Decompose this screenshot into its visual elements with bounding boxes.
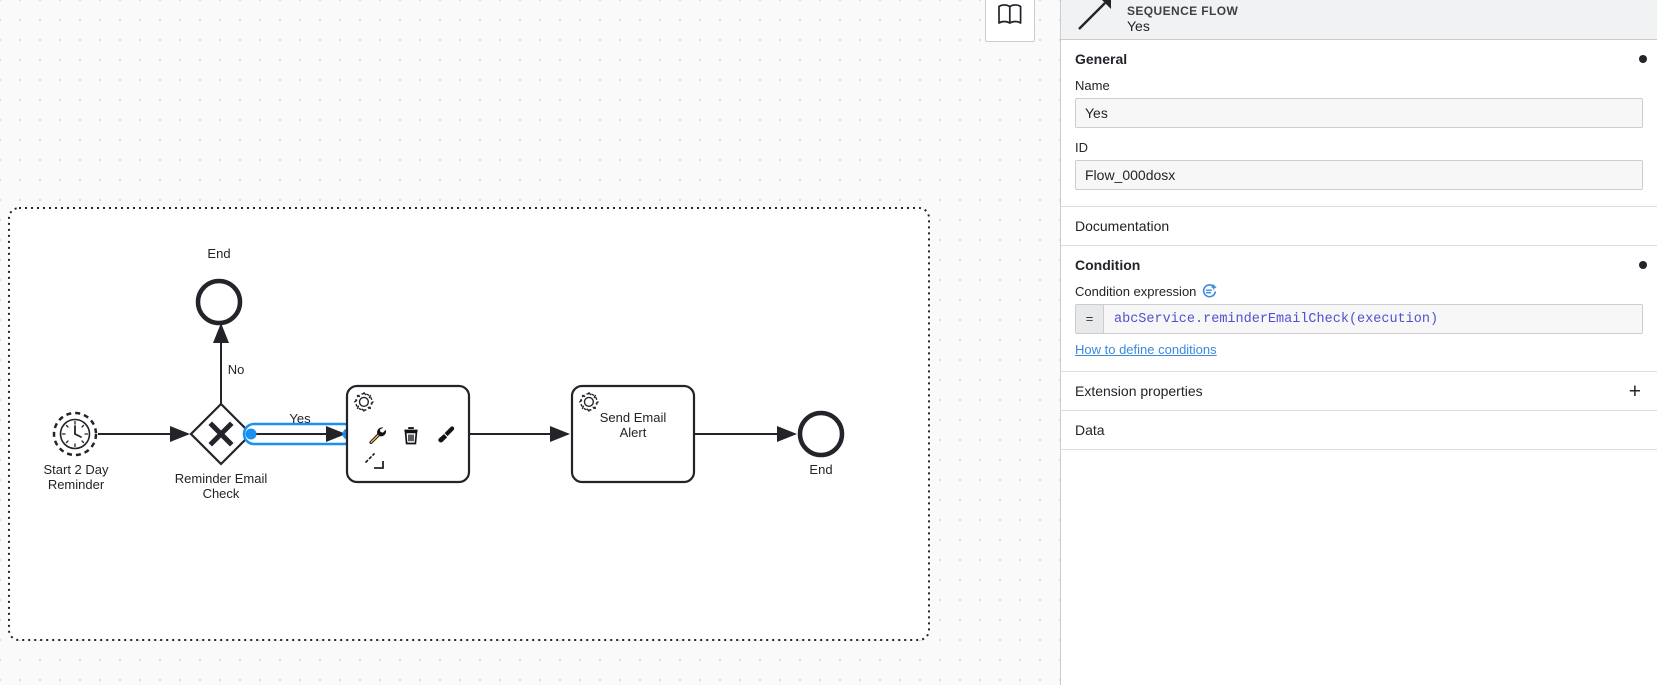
field-name-label: Name bbox=[1075, 78, 1110, 93]
group-extension-properties-title: Extension properties bbox=[1075, 383, 1203, 399]
service-task-2 bbox=[570, 384, 696, 484]
condition-expression-label: Condition expression bbox=[1075, 284, 1197, 299]
properties-panel: SEQUENCE FLOW Yes General Name Yes ID Fl… bbox=[1060, 0, 1657, 685]
paintbrush-icon[interactable] bbox=[434, 424, 456, 446]
group-general-marker bbox=[1639, 55, 1647, 63]
wrench-icon[interactable] bbox=[366, 424, 388, 446]
bpmn-diagram bbox=[8, 207, 930, 641]
group-condition-header[interactable]: Condition bbox=[1075, 246, 1647, 284]
expression-toggle-icon[interactable] bbox=[1202, 284, 1217, 299]
group-extension-properties-header[interactable]: Extension properties + bbox=[1075, 372, 1643, 410]
flow-yes-source-handle bbox=[245, 428, 257, 440]
field-id: ID Flow_000dosx bbox=[1075, 140, 1643, 190]
flow-yes bbox=[242, 422, 356, 446]
group-general: General Name Yes ID Flow_000dosx bbox=[1061, 40, 1657, 207]
properties-panel-header: SEQUENCE FLOW Yes bbox=[1061, 0, 1657, 40]
group-condition: Condition Condition expression = abcServ… bbox=[1061, 246, 1657, 372]
end-event-right bbox=[797, 410, 845, 458]
sequence-flow-arrow-icon bbox=[1075, 0, 1117, 38]
field-condition-expression: Condition expression = abcService.remind… bbox=[1075, 284, 1643, 357]
condition-expression-input[interactable]: = abcService.reminderEmailCheck(executio… bbox=[1075, 304, 1643, 334]
how-to-define-conditions-link[interactable]: How to define conditions bbox=[1075, 342, 1217, 357]
group-condition-marker bbox=[1639, 261, 1647, 269]
bpmn-editor: Start 2 Day Reminder Reminder Email Chec… bbox=[0, 0, 1657, 685]
group-data-title: Data bbox=[1075, 422, 1105, 438]
group-documentation: Documentation bbox=[1061, 207, 1657, 246]
group-extension-properties: Extension properties + bbox=[1061, 372, 1657, 411]
group-general-title: General bbox=[1075, 51, 1128, 67]
expression-prefix: = bbox=[1076, 305, 1104, 333]
trash-icon[interactable] bbox=[400, 424, 422, 446]
field-name: Name Yes bbox=[1075, 78, 1643, 128]
timer-start-event bbox=[52, 411, 98, 457]
map-icon bbox=[996, 2, 1024, 33]
name-field[interactable]: Yes bbox=[1075, 98, 1643, 128]
group-data-header[interactable]: Data bbox=[1075, 411, 1643, 449]
group-condition-title: Condition bbox=[1075, 257, 1141, 273]
group-documentation-header[interactable]: Documentation bbox=[1075, 207, 1643, 245]
context-pad[interactable] bbox=[366, 424, 456, 446]
field-id-label: ID bbox=[1075, 140, 1088, 155]
id-field[interactable]: Flow_000dosx bbox=[1075, 160, 1643, 190]
group-general-header[interactable]: General bbox=[1075, 40, 1647, 78]
minimap-toggle-button[interactable] bbox=[985, 0, 1035, 42]
element-type-label: SEQUENCE FLOW bbox=[1127, 4, 1239, 18]
add-extension-property-button[interactable]: + bbox=[1627, 381, 1643, 402]
element-name-label: Yes bbox=[1127, 18, 1150, 34]
group-data: Data bbox=[1061, 411, 1657, 450]
end-event-top bbox=[195, 278, 243, 326]
diagram-canvas[interactable]: Start 2 Day Reminder Reminder Email Chec… bbox=[0, 0, 1060, 685]
condition-expression-value[interactable]: abcService.reminderEmailCheck(execution) bbox=[1104, 305, 1642, 333]
group-documentation-title: Documentation bbox=[1075, 218, 1170, 234]
